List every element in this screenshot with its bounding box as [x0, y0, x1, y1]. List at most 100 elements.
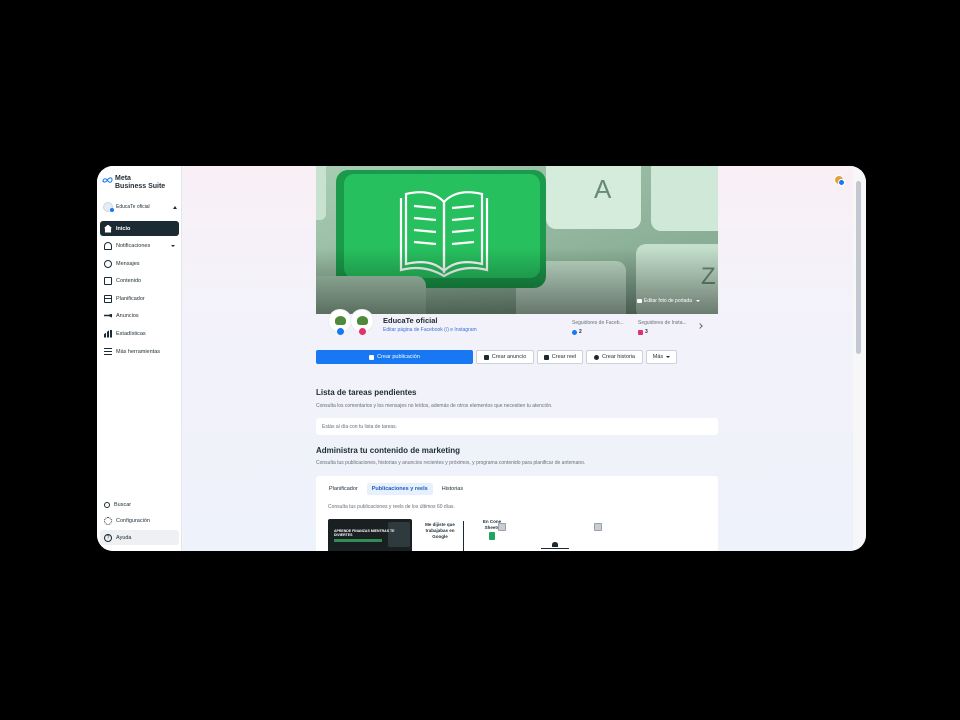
sidebar-item-label: Configuración [116, 517, 150, 524]
post-thumbnail[interactable] [541, 542, 571, 551]
brand-line1: Meta [115, 175, 131, 182]
sidebar-item-planificador[interactable]: Planificador [100, 291, 179, 306]
tab-subtitle: Consulta tus publicaciones y reels de lo… [328, 504, 455, 510]
lamp-icon [552, 542, 558, 547]
app-window: Meta Business Suite EducaTe oficial Inic… [97, 166, 866, 551]
more-button[interactable]: Más [646, 350, 677, 364]
chevron-down-icon [696, 300, 700, 302]
todo-title: Lista de tareas pendientes [316, 388, 417, 397]
create-reel-label: Crear reel [551, 354, 577, 360]
chevron-down-icon [666, 356, 671, 358]
scrollbar[interactable] [853, 166, 866, 551]
sidebar-item-label: Anuncios [116, 312, 139, 319]
edit-cover-label: Editar foto de portada [643, 298, 692, 304]
home-icon [104, 225, 112, 233]
sidebar-item-mensajes[interactable]: Mensajes [100, 256, 179, 271]
sidebar-item-label: Planificador [116, 295, 145, 302]
story-icon [593, 354, 599, 360]
post-thumbnail[interactable]: APRENDE FINANZAS MIENTRAS TE DIVIERTES [328, 519, 412, 551]
sidebar-item-estadisticas[interactable]: Estadísticas [100, 326, 179, 341]
multi-photo-icon [498, 523, 506, 531]
instagram-followers-stat[interactable]: Seguidores de Insta... 3 [638, 320, 687, 335]
gear-icon [104, 516, 112, 525]
sidebar-item-ayuda[interactable]: ? Ayuda [100, 530, 179, 545]
calendar-icon [104, 294, 112, 303]
create-ad-button[interactable]: Crear anuncio [476, 350, 534, 364]
facebook-icon [337, 328, 344, 335]
post-thumbnail[interactable]: Me dijiste que trabajabas en Google [419, 519, 479, 551]
tab-historias[interactable]: Historias [437, 483, 468, 495]
account-name: EducaTe oficial [116, 204, 150, 210]
chat-icon [104, 259, 112, 268]
sidebar-item-label: Estadísticas [116, 330, 146, 337]
create-story-button[interactable]: Crear historia [586, 350, 643, 364]
account-switcher[interactable]: EducaTe oficial [103, 201, 177, 213]
content-icon [104, 276, 112, 285]
keyboard-cover-image: A Z [316, 166, 718, 314]
sidebar-item-mas-herramientas[interactable]: Más herramientas [100, 344, 179, 359]
sidebar-item-label: Inicio [116, 225, 131, 232]
meta-infinity-icon [102, 177, 113, 183]
create-ad-label: Crear anuncio [491, 354, 527, 360]
sidebar-item-notificaciones[interactable]: Notificaciones [100, 238, 179, 253]
edit-page-link[interactable]: Editar página de Facebook (/) e Instagra… [383, 327, 477, 333]
line-art [541, 548, 569, 549]
sidebar-item-contenido[interactable]: Contenido [100, 273, 179, 288]
stat-value: 2 [579, 329, 582, 335]
sidebar-item-label: Buscar [114, 501, 132, 508]
facebook-followers-stat[interactable]: Seguidores de Faceb... 2 [572, 320, 624, 335]
edit-cover-button[interactable]: Editar foto de portada [636, 298, 700, 304]
create-reel-button[interactable]: Crear reel [537, 350, 583, 364]
stat-label: Seguidores de Insta... [638, 320, 687, 326]
post-banner [334, 539, 382, 542]
account-avatar [103, 202, 114, 212]
multi-photo-icon [594, 523, 602, 531]
sidebar-item-label: Más herramientas [116, 348, 161, 355]
instagram-profile-picture [350, 309, 374, 335]
educate-logo-icon [335, 316, 346, 325]
facebook-profile-picture [328, 309, 352, 335]
create-story-label: Crear historia [601, 354, 635, 360]
facebook-icon [572, 329, 577, 335]
scrollbar-thumb[interactable] [856, 181, 861, 354]
post-thumbnail-text: Me dijiste que trabajabas en Google [425, 522, 455, 539]
divider [463, 521, 464, 551]
camera-icon [636, 299, 642, 303]
reel-icon [543, 354, 549, 360]
page-name: EducaTe oficial [383, 316, 438, 325]
megaphone-icon [104, 312, 112, 320]
tab-publicaciones-y-reels[interactable]: Publicaciones y reels [366, 483, 433, 495]
bar-chart-icon [104, 330, 112, 338]
profile-pictures[interactable] [328, 309, 388, 339]
action-bar: Crear publicación Crear anuncio Crear re… [316, 350, 677, 364]
sidebar-item-label: Ayuda [116, 534, 132, 541]
help-icon: ? [104, 533, 112, 542]
sidebar-item-anuncios[interactable]: Anuncios [100, 308, 179, 323]
create-post-label: Crear publicación [377, 354, 420, 360]
meta-logo[interactable]: Meta Business Suite [102, 175, 165, 191]
sidebar-item-buscar[interactable]: Buscar [100, 497, 179, 512]
todo-status-box: Estás al día con tu lista de tareas. [316, 418, 718, 435]
user-avatar[interactable] [834, 175, 845, 186]
marketing-subtitle: Consulta tus publicaciones, historias y … [316, 460, 586, 466]
search-icon [104, 501, 110, 508]
stat-label: Seguidores de Faceb... [572, 320, 624, 326]
sidebar-item-label: Contenido [116, 277, 142, 284]
tab-planificador[interactable]: Planificador [324, 483, 363, 495]
sidebar-item-inicio[interactable]: Inicio [100, 221, 179, 236]
create-post-button[interactable]: Crear publicación [316, 350, 473, 364]
megaphone-icon [483, 354, 489, 360]
sidebar-item-configuracion[interactable]: Configuración [100, 513, 179, 528]
educate-logo-icon [357, 316, 368, 325]
instagram-icon [359, 328, 366, 335]
google-sheets-icon [489, 532, 495, 540]
todo-status: Estás al día con tu lista de tareas. [322, 424, 398, 430]
cover-photo: A Z Editar foto de portada [316, 166, 718, 314]
chevron-down-icon [171, 244, 175, 247]
chevron-up-icon [173, 205, 177, 209]
more-label: Más [652, 354, 664, 360]
sidebar-item-label: Mensajes [116, 260, 140, 267]
menu-icon [104, 347, 112, 356]
marketing-tabs: Planificador Publicaciones y reels Histo… [324, 483, 468, 495]
sidebar: Meta Business Suite EducaTe oficial Inic… [97, 166, 182, 551]
